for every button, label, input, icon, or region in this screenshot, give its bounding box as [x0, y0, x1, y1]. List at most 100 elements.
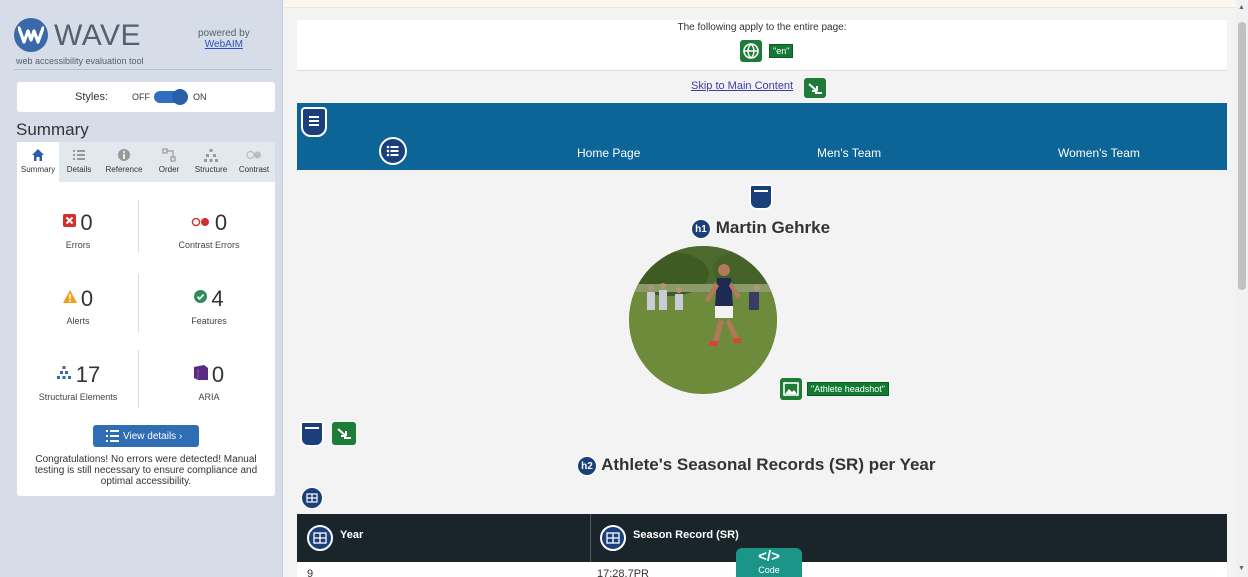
structure-icon: [56, 365, 72, 385]
nav-home[interactable]: Home Page: [577, 146, 640, 160]
h1-badge-icon[interactable]: h1: [691, 218, 711, 239]
stat-label: Errors: [65, 240, 91, 250]
skip-link[interactable]: Skip to Main Content: [691, 80, 793, 92]
nav-landmark-icon[interactable]: [379, 137, 407, 165]
stat-features[interactable]: 4 Features: [148, 286, 270, 326]
tab-label: Reference: [105, 165, 143, 174]
header-landmark-icon[interactable]: [301, 107, 327, 137]
styles-toggle[interactable]: [154, 89, 188, 105]
order-icon: [149, 148, 189, 162]
info-icon: [99, 148, 149, 162]
structure-icon: [189, 148, 233, 162]
stat-count: 0: [214, 210, 228, 235]
h2-badge-icon[interactable]: h2: [577, 455, 597, 476]
stat-structural-elements[interactable]: 17 Structural Elements: [17, 362, 139, 402]
stat-count: 0: [80, 210, 93, 235]
toggle-knob: [172, 89, 188, 105]
alert-icon: [62, 290, 77, 308]
list-icon: [106, 430, 119, 445]
tab-order[interactable]: Order: [149, 142, 189, 182]
stat-contrast-errors[interactable]: 0 Contrast Errors: [148, 210, 270, 250]
scroll-thumb[interactable]: [1238, 22, 1246, 290]
tab-summary[interactable]: Summary: [17, 142, 59, 182]
view-details-label: View details ›: [123, 431, 183, 442]
tab-contrast[interactable]: Contrast: [233, 142, 275, 182]
contrast-icon: [233, 148, 275, 162]
aria-icon: [193, 365, 208, 385]
stat-count: 17: [75, 362, 101, 387]
stat-label: Alerts: [66, 316, 90, 326]
table-header-icon[interactable]: [307, 525, 333, 551]
heading-text: Martin Gehrke: [715, 218, 831, 237]
summary-heading: Summary: [16, 120, 89, 139]
stat-errors[interactable]: 0 Errors: [17, 210, 139, 250]
styles-label: Styles:: [75, 91, 109, 103]
tab-label: Order: [158, 165, 180, 174]
table-cell: 9: [307, 568, 314, 577]
congrats-message: Congratulations! No errors were detected…: [34, 454, 258, 487]
column-divider: [590, 514, 591, 562]
stat-label: ARIA: [198, 392, 220, 402]
error-icon: [63, 214, 77, 232]
tab-details[interactable]: Details: [59, 142, 99, 182]
wave-sidebar: WAVE web accessibility evaluation tool p…: [0, 0, 283, 577]
stat-count: 0: [80, 286, 94, 311]
stat-label: Structural Elements: [38, 392, 118, 402]
page-preview: The following apply to the entire page: …: [284, 0, 1236, 577]
webaim-link[interactable]: WebAIM: [198, 39, 250, 50]
section-landmark-icon[interactable]: [300, 421, 324, 447]
code-icon: </>: [758, 548, 780, 565]
scroll-down-icon[interactable]: ▼: [1238, 565, 1245, 572]
contrast-error-icon: [191, 214, 211, 232]
styles-off-label: OFF: [132, 92, 150, 102]
powered-by: powered by WebAIM: [198, 28, 250, 50]
main-landmark-icon[interactable]: [749, 184, 773, 210]
tab-label: Contrast: [238, 165, 270, 174]
page-heading: h1 Martin Gehrke: [691, 218, 830, 239]
table-header-icon[interactable]: [600, 525, 626, 551]
top-strip: [284, 0, 1236, 8]
wave-tagline: web accessibility evaluation tool: [16, 56, 144, 66]
stat-alerts[interactable]: 0 Alerts: [17, 286, 139, 326]
athlete-photo: [629, 246, 777, 394]
code-button[interactable]: </> Code: [736, 548, 802, 577]
vertical-scrollbar[interactable]: ▲ ▼: [1236, 0, 1248, 577]
skip-link-icon[interactable]: [804, 78, 826, 98]
tab-label: Details: [66, 165, 92, 174]
nav-mens-team[interactable]: Men's Team: [817, 146, 881, 160]
scroll-up-icon[interactable]: ▲: [1238, 4, 1245, 11]
language-tag: "en": [769, 44, 794, 58]
column-header-year: Year: [340, 529, 364, 541]
page-level-notice: The following apply to the entire page:: [677, 22, 847, 33]
stat-label: Contrast Errors: [178, 240, 240, 250]
skip-target-icon[interactable]: [332, 422, 356, 445]
column-header-season-record: Season Record (SR): [633, 529, 739, 541]
list-icon: [59, 148, 99, 162]
stat-count: 4: [211, 286, 224, 311]
home-icon: [17, 148, 59, 162]
summary-card: 0 Errors 0 Contrast Errors 0 Alerts 4 Fe…: [17, 182, 275, 496]
view-details-button[interactable]: View details ›: [93, 425, 199, 447]
wave-tabs: Summary Details Reference Order Structur…: [17, 142, 275, 182]
language-icon[interactable]: [740, 40, 762, 62]
stat-label: Features: [191, 316, 227, 326]
powered-by-text: powered by: [198, 28, 250, 39]
nav-womens-team[interactable]: Women's Team: [1058, 146, 1140, 160]
wave-logo-icon: [14, 18, 48, 52]
table-cell: 17:28.7PR: [597, 568, 649, 577]
tab-label: Structure: [194, 165, 228, 174]
tab-label: Summary: [20, 165, 56, 174]
wave-brand: WAVE web accessibility evaluation tool p…: [14, 18, 272, 70]
code-label: Code: [758, 565, 780, 575]
stat-aria[interactable]: 0 ARIA: [148, 362, 270, 402]
feature-icon: [194, 290, 208, 308]
table-icon[interactable]: [301, 487, 323, 509]
alt-text-tag: "Athlete headshot": [807, 382, 889, 396]
section-heading: h2 Athlete's Seasonal Records (SR) per Y…: [577, 455, 936, 476]
tab-reference[interactable]: Reference: [99, 142, 149, 182]
styles-on-label: ON: [193, 92, 207, 102]
page-language-box: The following apply to the entire page: …: [297, 20, 1227, 71]
tab-structure[interactable]: Structure: [189, 142, 233, 182]
image-alt-icon[interactable]: [780, 378, 802, 400]
wave-brand-name: WAVE: [54, 19, 142, 52]
